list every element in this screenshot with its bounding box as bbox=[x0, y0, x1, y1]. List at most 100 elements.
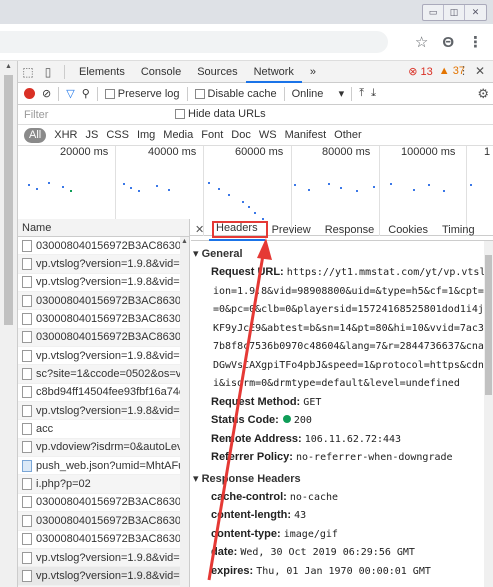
request-row[interactable]: vp.vtslog?version=1.9.8&vid=... bbox=[18, 567, 189, 586]
filter-icon[interactable]: ▽ bbox=[66, 87, 74, 100]
profile-icon[interactable]: Θ bbox=[442, 34, 454, 51]
request-row[interactable]: 030008040156972B3AC86305 bbox=[18, 310, 189, 329]
file-icon bbox=[22, 496, 32, 509]
request-name: vp.vtslog?version=1.9.8&vid=... bbox=[36, 258, 189, 271]
column-header-name[interactable]: Name bbox=[18, 219, 189, 237]
request-row[interactable]: 030008040156972B3AC86305 bbox=[18, 292, 189, 311]
error-badge[interactable]: ⊗ 13 bbox=[408, 65, 433, 78]
timeline-request-mark bbox=[340, 187, 342, 189]
tab-console[interactable]: Console bbox=[133, 61, 189, 83]
general-section-header[interactable]: ▾ General bbox=[191, 245, 493, 263]
settings-gear-icon[interactable]: ⚙ bbox=[477, 86, 489, 102]
response-header-row: date: Wed, 30 Oct 2019 06:29:56 GMT bbox=[211, 546, 415, 558]
details-tabbar: ✕ Headers Preview Response Cookies Timin… bbox=[191, 219, 493, 241]
details-scrollbar[interactable] bbox=[484, 241, 493, 587]
request-row[interactable]: 030008040156972B3AC86305 bbox=[18, 328, 189, 348]
request-url-row: Request URL: https://yt1.mmstat.com/yt/v… bbox=[211, 266, 493, 278]
timeline-request-mark bbox=[328, 183, 330, 185]
clear-icon[interactable]: ⊘ bbox=[42, 87, 51, 100]
type-manifest[interactable]: Manifest bbox=[285, 129, 327, 141]
request-row[interactable]: sc?site=1&ccode=0502&os=v bbox=[18, 365, 189, 384]
tab-more[interactable]: » bbox=[302, 61, 324, 83]
image-file-icon bbox=[22, 459, 32, 472]
type-doc[interactable]: Doc bbox=[231, 129, 251, 141]
inspect-icon[interactable]: ⬚ bbox=[18, 65, 38, 79]
type-js[interactable]: JS bbox=[85, 129, 98, 141]
request-row[interactable]: vp.vtslog?version=1.9.8&vid=... bbox=[18, 548, 189, 568]
timeline-request-mark bbox=[138, 190, 140, 192]
timeline-request-mark bbox=[248, 206, 250, 208]
file-icon bbox=[22, 276, 32, 289]
tab-sources[interactable]: Sources bbox=[189, 61, 245, 83]
tab-elements[interactable]: Elements bbox=[71, 61, 133, 83]
disable-cache-checkbox[interactable]: Disable cache bbox=[194, 88, 277, 100]
request-row[interactable]: 030008040156972B3AC86305 bbox=[18, 494, 189, 513]
timeline-request-mark bbox=[356, 190, 358, 192]
page-scrollbar[interactable]: ▲ bbox=[0, 61, 18, 587]
menu-kebab-icon[interactable]: ⋮ bbox=[468, 33, 483, 51]
scroll-up-icon[interactable]: ▲ bbox=[5, 63, 12, 70]
request-row[interactable]: vp.vtslog?version=1.9.8&vid=... bbox=[18, 347, 189, 366]
request-row[interactable]: push_web.json?umid=MhtAFu bbox=[18, 457, 189, 476]
request-row[interactable]: c8bd94ff14504fee93fbf16a74c bbox=[18, 384, 189, 403]
preserve-log-checkbox[interactable]: Preserve log bbox=[104, 88, 180, 100]
scroll-thumb[interactable] bbox=[4, 75, 13, 325]
devtools-close-icon[interactable]: ✕ bbox=[475, 64, 485, 78]
timeline-request-mark bbox=[218, 188, 220, 190]
timeline-request-mark bbox=[373, 186, 375, 188]
request-row[interactable]: i.php?p=02 bbox=[18, 475, 189, 494]
import-icon[interactable]: ⤒ bbox=[359, 87, 364, 100]
request-name: 030008040156972B3AC86305 bbox=[36, 496, 188, 509]
type-ws[interactable]: WS bbox=[259, 129, 277, 141]
request-row[interactable]: vp.vtslog?version=1.9.8&vid=... bbox=[18, 402, 189, 421]
file-icon bbox=[22, 386, 32, 399]
type-media[interactable]: Media bbox=[163, 129, 193, 141]
request-row[interactable]: 030008040156972B3AC86305 bbox=[18, 531, 189, 549]
type-all[interactable]: All bbox=[24, 127, 47, 143]
response-header-row: expires: Thu, 01 Jan 1970 00:00:01 GMT bbox=[211, 564, 431, 577]
timeline-tick: 80000 ms bbox=[322, 146, 371, 158]
request-name: 030008040156972B3AC86305 bbox=[36, 533, 188, 546]
request-row[interactable]: vp.vtslog?version=1.9.8&vid=... bbox=[18, 255, 189, 274]
address-bar[interactable] bbox=[0, 31, 388, 53]
request-list-scrollbar[interactable]: ▲ bbox=[180, 237, 189, 587]
tab-response[interactable]: Response bbox=[318, 224, 382, 236]
filter-input[interactable]: Filter bbox=[24, 109, 48, 121]
request-row[interactable]: vp.vdoview?isdrm=0&autoLev bbox=[18, 438, 189, 458]
tab-preview[interactable]: Preview bbox=[265, 224, 318, 236]
tab-cookies[interactable]: Cookies bbox=[381, 224, 435, 236]
close-icon[interactable]: ✕ bbox=[465, 5, 486, 20]
search-icon[interactable]: ⚲ bbox=[82, 87, 90, 100]
timeline-request-mark bbox=[36, 188, 38, 190]
devtools-menu-icon[interactable]: ⋮ bbox=[458, 64, 469, 77]
file-icon bbox=[22, 368, 32, 381]
response-headers-section-header[interactable]: ▾ Response Headers bbox=[191, 470, 493, 488]
request-row[interactable]: 030008040156972B3AC86305 bbox=[18, 512, 189, 531]
hide-data-urls-checkbox[interactable]: Hide data URLs bbox=[175, 108, 266, 120]
timeline-request-mark bbox=[48, 182, 50, 184]
type-xhr[interactable]: XHR bbox=[54, 129, 77, 141]
device-toolbar-icon[interactable]: ▯ bbox=[38, 65, 58, 79]
request-row[interactable]: vp.vtslog?version=1.9.8&vid=... bbox=[18, 274, 189, 293]
export-icon[interactable]: ⤓ bbox=[371, 87, 376, 100]
type-other[interactable]: Other bbox=[334, 129, 362, 141]
scroll-thumb[interactable] bbox=[485, 255, 492, 395]
file-icon bbox=[22, 441, 32, 454]
request-row[interactable]: 030008040156972B3AC86305 bbox=[18, 237, 189, 256]
request-name: push_web.json?umid=MhtAFu bbox=[36, 459, 185, 472]
maximize-icon[interactable]: ◫ bbox=[444, 5, 465, 20]
type-img[interactable]: Img bbox=[137, 129, 155, 141]
annotation-highlight-box bbox=[212, 221, 268, 238]
minimize-icon[interactable]: ▭ bbox=[423, 5, 444, 20]
record-icon[interactable] bbox=[24, 88, 35, 99]
tab-network[interactable]: Network bbox=[245, 61, 302, 83]
timeline-request-mark bbox=[390, 183, 392, 185]
throttle-select[interactable]: Online ▾ bbox=[292, 87, 345, 100]
tab-timing[interactable]: Timing bbox=[435, 224, 482, 236]
bookmark-star-icon[interactable]: ☆ bbox=[415, 33, 428, 51]
request-name: 030008040156972B3AC86305 bbox=[36, 294, 188, 307]
type-font[interactable]: Font bbox=[201, 129, 223, 141]
close-details-icon[interactable]: ✕ bbox=[195, 223, 209, 236]
type-css[interactable]: CSS bbox=[106, 129, 129, 141]
request-row[interactable]: acc bbox=[18, 420, 189, 439]
